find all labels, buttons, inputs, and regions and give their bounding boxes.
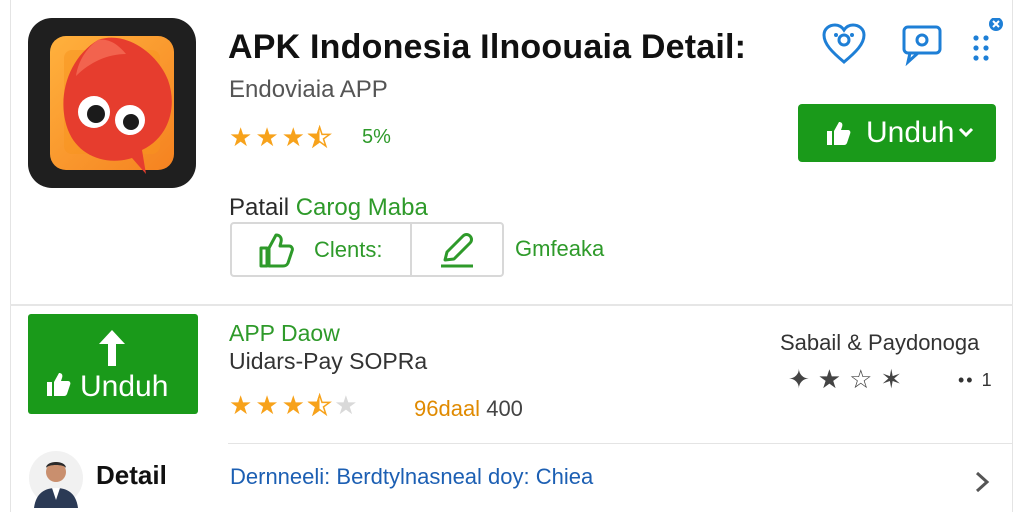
star-outline-icon[interactable]: ☆ xyxy=(849,364,872,395)
thumbs-up-outline-icon xyxy=(259,233,294,267)
app2-rating-count: 400 xyxy=(486,396,523,421)
star-outline-icon[interactable]: ✦ xyxy=(788,364,810,395)
header-actions xyxy=(820,20,946,68)
sparkle-icon[interactable]: ✶ xyxy=(880,364,902,395)
download-tile-button[interactable]: Unduh xyxy=(28,314,198,414)
app2-rating-stars: ★ ★ ★ ★ ★ xyxy=(229,390,361,420)
footer-detail-label: Detail xyxy=(96,460,167,490)
pencil-icon xyxy=(441,232,473,267)
detail-category-value: Carog Maba xyxy=(295,194,428,221)
section-divider xyxy=(10,304,1013,306)
chevron-down-icon[interactable] xyxy=(954,120,978,144)
side-icons: ✦ ★ ☆ ✶ xyxy=(788,364,902,395)
app-subtitle: Endoviaia APP xyxy=(229,76,388,103)
empty-star-icon: ★ xyxy=(334,390,358,420)
star-icon: ★ xyxy=(281,122,305,152)
app-icon xyxy=(28,18,196,188)
star-icon: ★ xyxy=(281,390,305,420)
footer-detail-link[interactable]: Dernneeli: Berdtylnasneal doy: Chiea xyxy=(230,464,593,490)
star-icon[interactable]: ★ xyxy=(818,364,841,395)
detail-category: Patail Carog Maba xyxy=(229,194,428,222)
location-heart-icon[interactable] xyxy=(820,20,868,68)
chevron-right-icon[interactable] xyxy=(970,468,994,496)
clients-segment[interactable]: Clents: xyxy=(232,224,412,275)
frame-right-border xyxy=(1012,0,1013,512)
star-icon: ★ xyxy=(255,122,279,152)
bird-mascot-icon xyxy=(63,37,172,175)
menu-dots-icon[interactable] xyxy=(968,18,1008,66)
thumbs-up-icon xyxy=(47,373,71,396)
side-count: •• 1 xyxy=(958,370,994,390)
avatar[interactable] xyxy=(28,450,84,512)
app-rating-text: 5% xyxy=(362,126,391,148)
half-star-icon: ★ xyxy=(307,390,332,420)
row-divider xyxy=(228,443,1013,444)
download-button-label: Unduh xyxy=(866,116,955,149)
segment-side-label: Gmfeaka xyxy=(515,236,605,261)
app2-rating-text: 96daal 400 xyxy=(414,396,523,422)
thumbs-up-icon xyxy=(827,122,851,145)
app2-rating-label: 96daal xyxy=(414,396,481,421)
star-icon: ★ xyxy=(229,390,253,420)
download-button[interactable]: Unduh xyxy=(798,104,996,162)
app2-subtitle: Uidars-Pay SOPRa xyxy=(229,348,428,374)
chat-icon[interactable] xyxy=(898,20,946,68)
frame-left-border xyxy=(10,0,11,512)
app-title: APK Indonesia Ilnoouaia Detail: xyxy=(228,28,747,66)
detail-category-prefix: Patail xyxy=(229,194,290,221)
side-title: Sabail & Paydonoga xyxy=(780,330,980,355)
arrow-up-icon xyxy=(99,330,125,366)
clients-segment-label: Clents: xyxy=(314,236,383,262)
app-rating-stars: ★ ★ ★ ★ xyxy=(229,122,334,152)
segmented-control: Clents: xyxy=(230,222,504,277)
app2-title[interactable]: APP Daow xyxy=(229,320,340,347)
star-icon: ★ xyxy=(255,390,279,420)
star-icon: ★ xyxy=(229,122,253,152)
download-tile-label: Unduh xyxy=(80,370,169,403)
half-star-icon: ★ xyxy=(307,122,332,152)
edit-segment[interactable] xyxy=(412,224,502,275)
